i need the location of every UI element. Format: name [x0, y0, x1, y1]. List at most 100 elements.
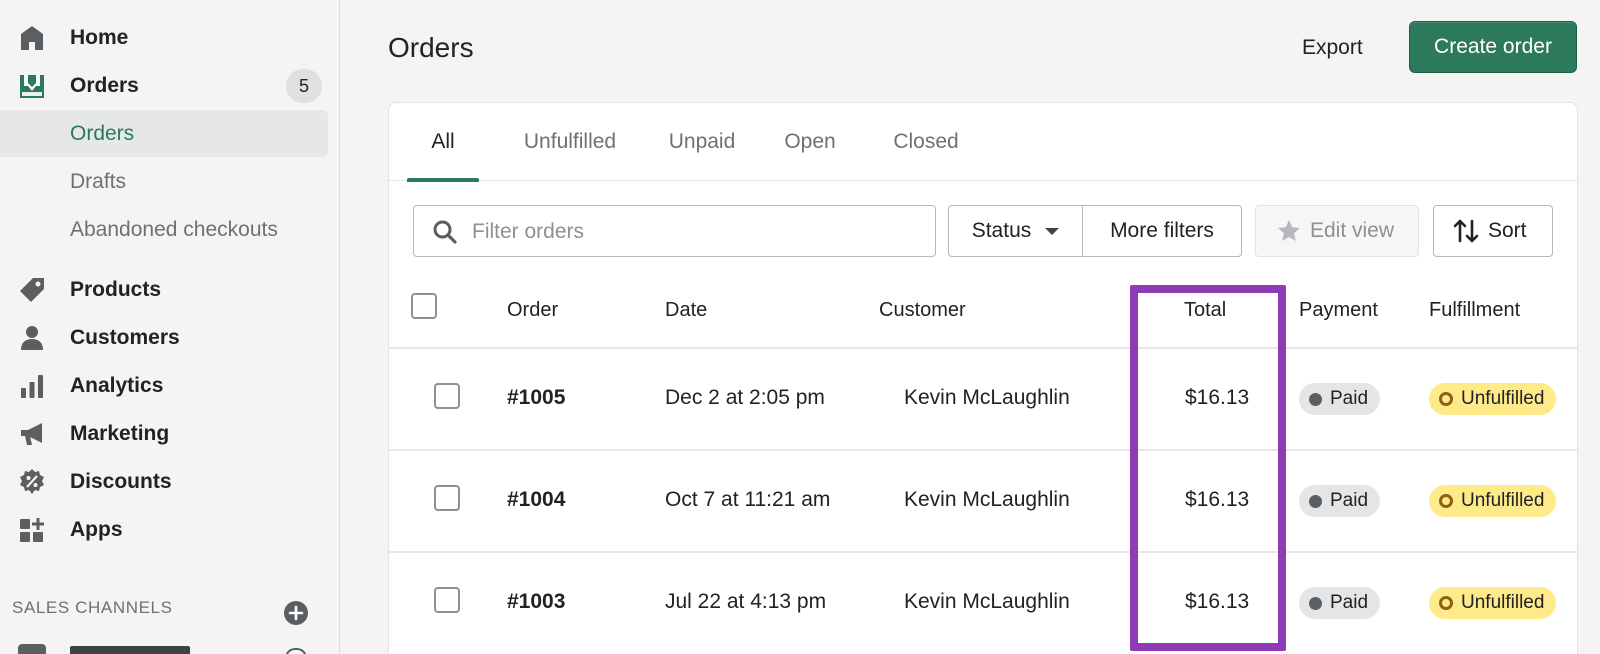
- column-header-fulfillment[interactable]: Fulfillment: [1429, 299, 1520, 322]
- payment-status-label: Paid: [1330, 592, 1369, 613]
- row-divider: [389, 347, 1577, 349]
- plus-circle-icon[interactable]: [283, 600, 309, 626]
- order-date: Jul 22 at 4:13 pm: [665, 590, 827, 613]
- sidebar-subitem-abandoned-checkouts[interactable]: Abandoned checkouts: [0, 206, 328, 253]
- payment-status-badge: Paid: [1299, 587, 1381, 619]
- order-customer: Kevin McLaughlin: [904, 488, 1070, 511]
- sidebar-item-label: Home: [70, 25, 129, 49]
- row-checkbox[interactable]: [434, 587, 460, 613]
- fulfillment-status-label: Unfulfilled: [1461, 592, 1545, 613]
- order-number[interactable]: #1005: [507, 386, 565, 410]
- row-checkbox[interactable]: [434, 485, 460, 511]
- payment-status-badge: Paid: [1299, 485, 1381, 517]
- caret-down-icon: [1045, 227, 1060, 235]
- column-header-date[interactable]: Date: [665, 299, 707, 322]
- order-tabs: All Unfulfilled Unpaid Open Closed: [389, 103, 1577, 182]
- sidebar-item-discounts[interactable]: Discounts: [0, 458, 328, 505]
- order-date: Oct 7 at 11:21 am: [665, 488, 831, 511]
- sidebar-item-products[interactable]: Products: [0, 266, 328, 313]
- bar-chart-icon: [21, 375, 43, 398]
- status-filter-button[interactable]: Status: [949, 206, 1083, 256]
- unfulfilled-ring-icon: [1439, 392, 1453, 406]
- tab-unfulfilled[interactable]: Unfulfilled: [499, 103, 641, 181]
- more-filters-button[interactable]: More filters: [1083, 206, 1241, 256]
- sort-button[interactable]: Sort: [1433, 205, 1553, 257]
- create-order-button[interactable]: Create order: [1409, 21, 1577, 73]
- row-checkbox[interactable]: [434, 383, 460, 409]
- payment-status-label: Paid: [1330, 490, 1369, 511]
- paid-dot-icon: [1309, 392, 1322, 406]
- unfulfilled-ring-icon: [1439, 494, 1453, 508]
- sales-channels-heading: SALES CHANNELS: [12, 598, 173, 617]
- tab-open[interactable]: Open: [767, 103, 853, 181]
- sidebar-item-marketing[interactable]: Marketing: [0, 410, 328, 457]
- orders-card: All Unfulfilled Unpaid Open Closed Filte…: [388, 102, 1578, 654]
- sidebar-item-orders[interactable]: Orders 5: [0, 62, 328, 109]
- sidebar-item-label: Discounts: [70, 469, 172, 493]
- sidebar-item-customers[interactable]: Customers: [0, 314, 328, 361]
- paid-dot-icon: [1309, 596, 1322, 610]
- status-filter-label: Status: [971, 219, 1032, 242]
- sidebar-subitem-orders[interactable]: Orders: [0, 110, 328, 157]
- column-header-total[interactable]: Total: [1184, 299, 1226, 322]
- tab-all[interactable]: All: [407, 103, 479, 182]
- sidebar-item-label: Analytics: [70, 373, 164, 397]
- apps-grid-icon: [20, 518, 44, 542]
- paid-dot-icon: [1309, 494, 1322, 508]
- sidebar-item-label: Apps: [70, 517, 123, 541]
- payment-status-label: Paid: [1330, 388, 1369, 409]
- fulfillment-status-badge: Unfulfilled: [1429, 485, 1557, 517]
- row-divider: [389, 449, 1577, 451]
- orders-inbox-icon: [20, 75, 44, 98]
- column-header-customer[interactable]: Customer: [879, 299, 966, 322]
- fulfillment-status-badge: Unfulfilled: [1429, 587, 1557, 619]
- sidebar-item-label: Customers: [70, 325, 180, 349]
- sidebar-item-label: Marketing: [70, 421, 170, 445]
- discount-badge-icon: [20, 469, 44, 494]
- edit-view-button[interactable]: Edit view: [1255, 205, 1419, 257]
- sidebar-subitem-label: Abandoned checkouts: [70, 217, 278, 241]
- order-total: $16.13: [1185, 590, 1250, 613]
- sidebar-subitem-drafts[interactable]: Drafts: [0, 158, 328, 205]
- search-icon: [433, 220, 457, 244]
- sidebar-item-label: Products: [70, 277, 162, 301]
- tab-closed[interactable]: Closed: [871, 103, 981, 181]
- store-icon: [18, 644, 46, 654]
- orders-count-badge: 5: [286, 69, 322, 103]
- fulfillment-status-label: Unfulfilled: [1461, 490, 1545, 511]
- select-all-checkbox[interactable]: [411, 293, 437, 319]
- filter-placeholder: Filter orders: [472, 220, 585, 243]
- order-date: Dec 2 at 2:05 pm: [665, 386, 825, 409]
- home-icon: [21, 26, 43, 50]
- tab-unpaid[interactable]: Unpaid: [651, 103, 753, 181]
- fulfillment-status-badge: Unfulfilled: [1429, 383, 1557, 415]
- filter-orders-input[interactable]: Filter orders: [413, 205, 936, 257]
- sort-arrows-icon: [1453, 219, 1479, 243]
- person-icon: [21, 326, 43, 350]
- sidebar-item-home[interactable]: Home: [0, 14, 328, 61]
- order-customer: Kevin McLaughlin: [904, 386, 1070, 409]
- sales-channel-item-partial[interactable]: [70, 646, 190, 654]
- column-header-payment[interactable]: Payment: [1299, 299, 1378, 322]
- megaphone-icon: [21, 423, 42, 445]
- sidebar-subitem-label: Orders: [70, 121, 135, 145]
- row-divider: [389, 551, 1577, 553]
- page-title: Orders: [388, 32, 474, 63]
- sidebar-subitem-label: Drafts: [70, 169, 127, 193]
- tag-icon: [20, 278, 44, 302]
- column-header-order[interactable]: Order: [507, 299, 558, 322]
- order-number[interactable]: #1003: [507, 590, 565, 614]
- order-total: $16.13: [1185, 488, 1250, 511]
- payment-status-badge: Paid: [1299, 383, 1381, 415]
- sort-label: Sort: [1488, 219, 1527, 242]
- sidebar-item-analytics[interactable]: Analytics: [0, 362, 328, 409]
- view-icon[interactable]: [285, 648, 307, 654]
- fulfillment-status-label: Unfulfilled: [1461, 388, 1545, 409]
- star-icon: [1278, 220, 1300, 241]
- filter-button-group: Status More filters: [948, 205, 1242, 257]
- order-number[interactable]: #1004: [507, 488, 565, 512]
- sidebar: Home Orders 5 Orders Drafts Abandoned ch…: [0, 0, 340, 654]
- export-button[interactable]: Export: [1290, 28, 1375, 68]
- sidebar-item-apps[interactable]: Apps: [0, 506, 328, 553]
- order-total: $16.13: [1185, 386, 1250, 409]
